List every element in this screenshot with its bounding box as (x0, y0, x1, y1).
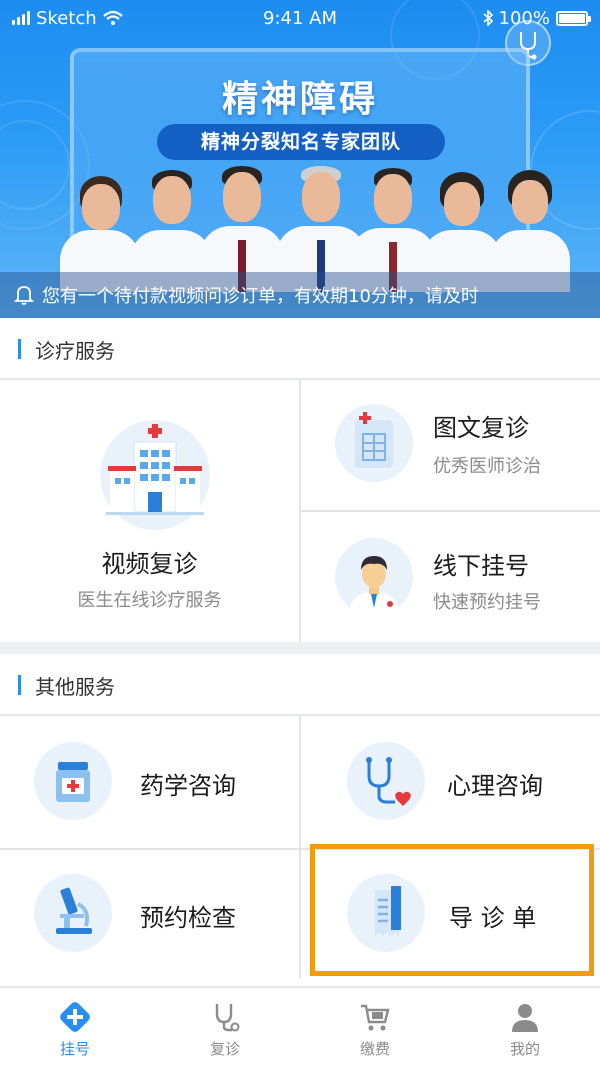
banner-subtitle: 精神分裂知名专家团队 (157, 124, 445, 160)
signal-icon (12, 11, 30, 25)
stethoscope-icon (215, 1004, 240, 1032)
offline-registration-title: 线下挂号 (433, 552, 529, 580)
hospital-icon (100, 420, 210, 530)
wifi-icon (102, 10, 123, 25)
pending-order-notice[interactable]: 您有一个待付款视频问诊订单，有效期10分钟，请及时 (0, 272, 600, 318)
doctor-avatar-icon (335, 538, 413, 616)
stethoscope-heart-icon (347, 742, 425, 820)
bell-icon (14, 286, 34, 305)
psychology-consult-label: 心理咨询 (447, 772, 543, 800)
tab-label: 挂号 (59, 1040, 90, 1058)
psychology-consult-card[interactable]: 心理咨询 (301, 716, 600, 848)
notice-text: 您有一个待付款视频问诊订单，有效期10分钟，请及时 (42, 286, 479, 307)
exam-booking-card[interactable]: 预约检查 (0, 850, 299, 978)
tab-payment[interactable]: 缴费 (300, 988, 450, 1066)
battery-icon (556, 10, 591, 26)
tab-label: 缴费 (359, 1040, 390, 1058)
offline-registration-card[interactable]: 线下挂号 快速预约挂号 (301, 512, 600, 642)
exam-booking-label: 预约检查 (140, 904, 236, 932)
text-revisit-card[interactable]: 图文复诊 优秀医师诊治 (301, 380, 600, 510)
video-revisit-card[interactable]: 视频复诊 医生在线诊疗服务 (0, 380, 299, 642)
person-icon (512, 1004, 538, 1032)
tab-label: 我的 (509, 1040, 540, 1058)
microscope-icon (34, 874, 112, 952)
battery-percent: 100% (498, 7, 550, 29)
video-revisit-subtitle: 医生在线诊疗服务 (77, 590, 222, 611)
clock: 9:41 AM (263, 7, 337, 29)
carrier-name: Sketch (36, 7, 97, 29)
clinic-section-header: 诊疗服务 (0, 318, 600, 380)
app-screen: Sketch 9:41 AM 100% 精神障碍 精神分裂知名专家团队 您有一个… (0, 0, 600, 1066)
offline-registration-subtitle: 快速预约挂号 (433, 592, 541, 613)
cart-icon (361, 1004, 390, 1031)
bluetooth-icon (483, 10, 493, 26)
status-bar: Sketch 9:41 AM 100% (0, 0, 600, 36)
section-title: 其他服务 (35, 674, 115, 699)
pharmacy-consult-card[interactable]: 药学咨询 (0, 716, 299, 848)
tab-revisit[interactable]: 复诊 (150, 988, 300, 1066)
bottom-tab-bar: 挂号 复诊 缴费 我的 (0, 986, 600, 1066)
pharmacy-consult-label: 药学咨询 (140, 772, 236, 800)
text-revisit-title: 图文复诊 (433, 414, 529, 442)
video-revisit-title: 视频复诊 (101, 550, 198, 578)
promo-banner[interactable]: Sketch 9:41 AM 100% 精神障碍 精神分裂知名专家团队 您有一个… (0, 0, 600, 318)
plus-diamond-icon (60, 1002, 90, 1032)
tab-profile[interactable]: 我的 (450, 988, 600, 1066)
banner-title: 精神障碍 (221, 79, 378, 120)
medicine-box-icon (34, 742, 112, 820)
highlight-frame (310, 844, 594, 976)
section-title: 诊疗服务 (35, 338, 115, 363)
tab-label: 复诊 (209, 1040, 240, 1058)
document-grid-icon (335, 404, 413, 482)
other-section-header: 其他服务 (0, 654, 600, 716)
text-revisit-subtitle: 优秀医师诊治 (433, 456, 541, 477)
tab-register[interactable]: 挂号 (0, 988, 150, 1066)
